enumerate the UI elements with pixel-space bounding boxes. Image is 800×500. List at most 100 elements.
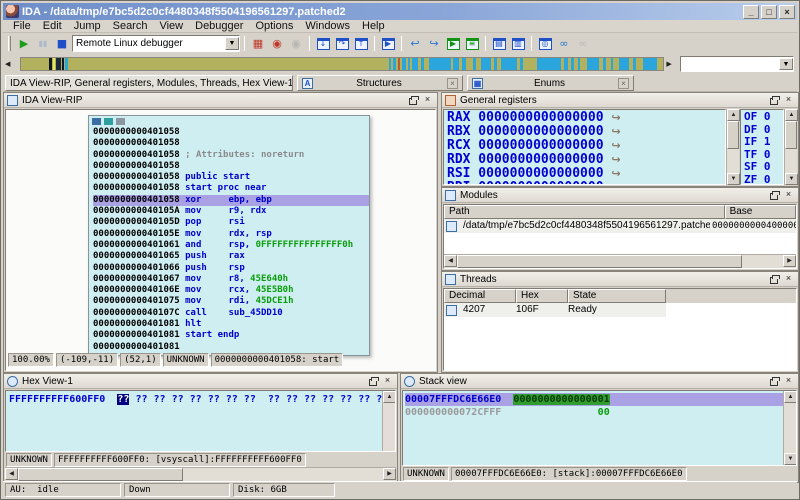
breakpoint-list-icon[interactable]: ▤ [490, 35, 508, 52]
register-row[interactable]: RDX 0000000000000000 ↪ [447, 153, 725, 167]
scroll-right-icon[interactable]: ▶ [383, 468, 396, 480]
menu-edit[interactable]: Edit [37, 20, 68, 32]
scroll-up-icon[interactable]: ▲ [785, 109, 798, 121]
stack-row[interactable]: 000000000072CFFF 00 [405, 406, 783, 419]
add-watch-icon[interactable]: ∞ [555, 35, 573, 52]
modules-close-button[interactable]: × [782, 189, 795, 201]
hex-view-titlebar[interactable]: Hex View-1 × [4, 374, 397, 389]
step-over-icon[interactable]: ↷ [333, 35, 351, 52]
scroll-thumb[interactable] [785, 121, 797, 149]
run-to-cursor-icon[interactable]: ▶ [379, 35, 397, 52]
mini-icon-1[interactable] [92, 118, 101, 125]
continue-process-icon[interactable]: ▶ [15, 35, 33, 52]
modules-column-path[interactable]: Path [444, 205, 725, 219]
ida-view-close-button[interactable]: × [421, 94, 434, 106]
tab-desktop[interactable]: IDA View-RIP, General registers, Modules… [5, 75, 293, 91]
disassembly-box[interactable]: 0000000000401058000000000040105800000000… [88, 115, 370, 356]
menu-view[interactable]: View [153, 20, 189, 32]
disassembly-line[interactable]: 0000000000401058 public start [93, 172, 369, 183]
stack-view-titlebar[interactable]: Stack view × [401, 374, 798, 389]
stack-view-close-button[interactable]: × [782, 375, 795, 387]
scroll-left-icon[interactable]: ◀ [5, 468, 18, 480]
register-row[interactable]: RCX 0000000000000000 ↪ [447, 139, 725, 153]
debugger-select[interactable]: Remote Linux debugger▼ [72, 35, 240, 52]
take-memory-snapshot-icon[interactable]: ◎ [536, 35, 554, 52]
registers-scrollbar[interactable]: ▲ ▼ [726, 109, 739, 185]
disassembly-line[interactable]: 000000000040107C call sub_45DD10 [93, 308, 369, 319]
disassembly-line[interactable]: 000000000040105D pop rsi [93, 217, 369, 228]
hex-view-close-button[interactable]: × [381, 375, 394, 387]
attach-process-icon[interactable]: ▶ [444, 35, 462, 52]
threads-column-decimal[interactable]: Decimal [444, 289, 516, 303]
scroll-thumb[interactable] [457, 255, 742, 268]
debugger-windows-icon[interactable]: ▦ [249, 35, 267, 52]
threads-close-button[interactable]: × [782, 273, 795, 285]
navigation-band[interactable] [20, 57, 664, 71]
menu-help[interactable]: Help [356, 20, 391, 32]
register-row[interactable]: RDI 0000000000000000 ↪ [447, 181, 725, 185]
scroll-down-icon[interactable]: ▼ [727, 173, 740, 185]
scroll-up-icon[interactable]: ▲ [383, 391, 396, 403]
menu-file[interactable]: File [7, 20, 37, 32]
disassembly-line[interactable]: 000000000040105E mov rdx, rsp [93, 229, 369, 240]
ida-view-titlebar[interactable]: IDA View-RIP × [4, 93, 437, 108]
disassembly-line[interactable]: 0000000000401058 ; Attributes: noreturn [93, 150, 369, 161]
disassembly-line[interactable]: 0000000000401065 push rax [93, 251, 369, 262]
ida-view-float-button[interactable] [406, 94, 419, 106]
scroll-left-icon[interactable]: ◀ [444, 255, 457, 267]
scroll-up-icon[interactable]: ▲ [727, 109, 740, 121]
disassembly-line[interactable]: 0000000000401067 mov r8, 45E640h [93, 274, 369, 285]
band-right-arrow-icon[interactable]: ▶ [666, 60, 671, 68]
mini-icon-3[interactable] [116, 118, 125, 125]
disassembly-line[interactable]: 0000000000401058 start proc near [93, 183, 369, 194]
disassembly-line[interactable]: 0000000000401058 [93, 161, 369, 172]
registers-close-button[interactable]: × [782, 94, 795, 106]
scroll-thumb[interactable] [18, 468, 183, 481]
disassembly-line[interactable]: 000000000040106E mov rcx, 45E5B0h [93, 285, 369, 296]
threads-column-state[interactable]: State [568, 289, 666, 303]
combo-dropdown-icon[interactable]: ▼ [779, 58, 793, 70]
step-backward-icon[interactable]: ↩ [406, 35, 424, 52]
hex-vscrollbar[interactable]: ▲ [382, 391, 395, 451]
step-into-icon[interactable]: ↓ [314, 35, 332, 52]
disassembly-line[interactable]: 0000000000401081 hlt [93, 319, 369, 330]
threads-titlebar[interactable]: Threads × [442, 272, 798, 287]
flags-scrollbar[interactable]: ▲ ▼ [784, 109, 797, 185]
close-button[interactable]: × [779, 5, 795, 19]
step-forward-icon[interactable]: ↪ [425, 35, 443, 52]
menu-jump[interactable]: Jump [68, 20, 107, 32]
disassembly-line[interactable]: 0000000000401075 mov rdi, 45DCE1h [93, 296, 369, 307]
selected-byte[interactable]: ?? [117, 394, 129, 405]
disassembly-line[interactable]: 0000000000401058 [93, 127, 369, 138]
stack-view-float-button[interactable] [767, 375, 780, 387]
menu-options[interactable]: Options [249, 20, 299, 32]
thread-row[interactable]: 4207106FReady [444, 303, 666, 317]
tab-close-icon[interactable]: × [447, 78, 458, 89]
threads-column-hex[interactable]: Hex [516, 289, 568, 303]
modules-hscrollbar[interactable]: ◀ ▶ [444, 254, 796, 268]
hex-hscrollbar[interactable]: ◀ ▶ [5, 467, 396, 481]
flag-row[interactable]: OF 0 [744, 111, 783, 124]
band-left-arrow-icon[interactable]: ◀ [5, 60, 10, 68]
stack-row[interactable]: 00007FFFDC6E66E0 0000000000000001 [405, 393, 783, 406]
stack-vscrollbar[interactable]: ▲ ▼ [783, 391, 796, 465]
disassembly-line[interactable]: 0000000000401058 [93, 138, 369, 149]
modules-column-base[interactable]: Base [725, 205, 796, 219]
menu-debugger[interactable]: Debugger [189, 20, 249, 32]
flags-list[interactable]: OF 0DF 0IF 1TF 0SF 0ZF 0AF 0 [740, 109, 784, 185]
registers-list[interactable]: RAX 0000000000000000 ↪RBX 00000000000000… [443, 109, 726, 185]
disassembly-line[interactable]: 0000000000401058 xor ebp, ebp [93, 195, 369, 206]
disassembly-line[interactable]: 0000000000401081 [93, 342, 369, 353]
scroll-up-icon[interactable]: ▲ [784, 391, 797, 403]
threads-float-button[interactable] [767, 273, 780, 285]
process-exit-icon[interactable]: ≡ [463, 35, 481, 52]
combo-dropdown-icon[interactable]: ▼ [225, 37, 239, 50]
flag-row[interactable]: ZF 0 [744, 174, 783, 186]
hex-line[interactable]: FFFFFFFFFF600FF0 ?? ?? ?? ?? ?? ?? ?? ??… [9, 393, 382, 406]
menu-windows[interactable]: Windows [299, 20, 356, 32]
hex-dump-area[interactable]: FFFFFFFFFF600FF0 ?? ?? ?? ?? ?? ?? ?? ??… [5, 390, 396, 452]
register-row[interactable]: RBX 0000000000000000 ↪ [447, 125, 725, 139]
mini-icon-2[interactable] [104, 118, 113, 125]
stop-process-icon[interactable]: ■ [53, 35, 71, 52]
tab-close-icon[interactable]: × [618, 78, 629, 89]
